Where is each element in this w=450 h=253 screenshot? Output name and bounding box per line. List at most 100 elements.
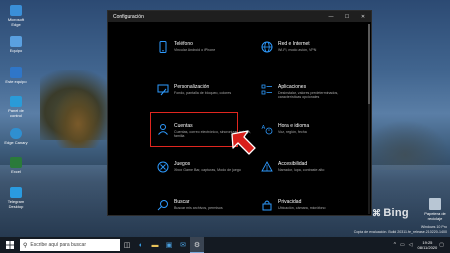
folder-icon: ▬ <box>151 241 159 249</box>
tile-title: Accesibilidad <box>278 161 308 167</box>
windows-logo-icon <box>6 241 14 249</box>
taskbar-search[interactable]: ⚲ Escribe aquí para buscar <box>20 239 120 251</box>
search-icon <box>156 198 169 211</box>
tile-title: Juegos <box>174 161 191 167</box>
taskbar-store[interactable]: ▣ <box>162 237 176 253</box>
chevron-up-icon[interactable]: ^ <box>394 242 396 248</box>
windows-watermark: Windows 10 Pro Copia de evaluación. Buil… <box>354 225 447 234</box>
taskbar-edge[interactable]: ◐ <box>134 237 148 253</box>
desktop-icon-label: Equipo <box>9 48 23 53</box>
tile-juegos[interactable]: Juegos Xbox Game Bar, capturas, Modo de … <box>152 156 252 190</box>
tile-red-internet[interactable]: Red e Internet Wi-Fi, modo avión, VPN <box>256 36 356 70</box>
settings-grid: Teléfono Vincular Android o iPhone Red e… <box>108 22 371 216</box>
task-view-button[interactable]: ◫ <box>120 237 134 253</box>
svg-text:A: A <box>261 125 265 131</box>
desktop-icon-control-panel[interactable]: Panel de control <box>3 96 29 118</box>
desktop-icon-label: Excel <box>11 169 21 174</box>
tile-accesibilidad[interactable]: Accesibilidad Narrador, lupa, contraste … <box>256 156 356 190</box>
desktop-icon-recycle-bin[interactable]: Papelera de reciclaje <box>420 198 450 221</box>
store-icon: ▣ <box>165 242 173 249</box>
gear-icon: ⚙ <box>193 241 201 249</box>
desktop-icon-edge-canary[interactable]: Edge Canary <box>3 128 29 145</box>
tile-desc: Wi-Fi, modo avión, VPN <box>278 47 317 52</box>
tile-aplicaciones[interactable]: Aplicaciones Desinstalar, valores predet… <box>256 79 356 113</box>
tile-telefono[interactable]: Teléfono Vincular Android o iPhone <box>152 36 252 70</box>
edge-canary-icon <box>10 128 22 139</box>
tile-title: Aplicaciones <box>278 84 307 90</box>
globe-icon <box>260 40 273 53</box>
scrollbar-thumb[interactable] <box>368 24 370 104</box>
window-title: Configuración <box>113 13 144 20</box>
tile-privacidad[interactable]: Privacidad Ubicación, cámara, micrófono <box>256 194 356 228</box>
taskbar-explorer[interactable]: ▬ <box>148 237 162 253</box>
desktop-icon-equipo[interactable]: Equipo <box>3 36 29 53</box>
desktop-icon-label: Este equipo <box>5 79 27 84</box>
maximize-button[interactable]: ☐ <box>339 14 355 20</box>
tile-title: Privacidad <box>278 199 302 205</box>
notifications-icon[interactable]: ▢ <box>439 242 444 248</box>
tile-hora-idioma[interactable]: A Hora e idioma Voz, región, fecha <box>256 118 356 152</box>
highlight-box <box>150 112 238 147</box>
red-arrow-icon <box>231 130 256 155</box>
desktop-icon-telegram[interactable]: Telegram Desktop <box>3 187 29 209</box>
clock[interactable]: 19:25 08/11/2020 <box>418 240 438 250</box>
tile-buscar[interactable]: Buscar Buscar mis archivos, permisos <box>152 194 252 228</box>
lock-icon <box>260 198 273 211</box>
phone-icon <box>156 40 169 53</box>
computer-icon <box>10 36 22 47</box>
watermark-build: Copia de evaluación. Build 20311.fe_rele… <box>353 229 447 234</box>
excel-icon <box>10 157 22 168</box>
tile-desc: Desinstalar, valores predeterminados, ca… <box>278 90 339 99</box>
bing-mark-icon: ⌘ <box>372 208 382 218</box>
tile-title: Teléfono <box>174 41 193 47</box>
desktop-icon-edge[interactable]: Microsoft Edge <box>3 5 29 27</box>
desktop-icon-este-equipo[interactable]: Este equipo <box>3 67 29 84</box>
tile-title: Personalización <box>174 84 210 90</box>
desktop-icon-label: Telegram Desktop <box>7 199 25 209</box>
tile-desc: Ubicación, cámara, micrófono <box>278 205 326 210</box>
accessibility-icon <box>260 160 273 173</box>
tile-personalizacion[interactable]: Personalización Fondo, pantalla de bloqu… <box>152 79 252 113</box>
start-button[interactable] <box>0 237 20 253</box>
settings-window: Configuración — ☐ ✕ Teléfono Vincular An… <box>107 10 372 216</box>
network-icon[interactable]: ▭ <box>400 242 405 248</box>
taskbar-settings[interactable]: ⚙ <box>190 237 204 253</box>
distant-hills <box>360 120 450 170</box>
tile-desc: Narrador, lupa, contraste alto <box>278 167 325 172</box>
tile-title: Hora e idioma <box>278 123 310 129</box>
search-placeholder: Escribe aquí para buscar <box>30 242 86 248</box>
title-bar[interactable]: Configuración — ☐ ✕ <box>108 11 371 22</box>
tile-title: Red e Internet <box>278 41 310 47</box>
tile-title: Buscar <box>174 199 190 205</box>
bing-text: Bing <box>383 207 409 219</box>
task-view-icon: ◫ <box>123 242 131 249</box>
brush-icon <box>156 83 169 96</box>
taskbar-mail[interactable]: ✉ <box>176 237 190 253</box>
desktop-icon-excel[interactable]: Excel <box>3 157 29 174</box>
time-language-icon: A <box>260 122 273 135</box>
telegram-icon <box>10 187 22 198</box>
desktop-icon-label: Edge Canary <box>4 140 28 145</box>
search-icon: ⚲ <box>23 242 28 249</box>
desktop-icon-label: Papelera de reciclaje <box>424 211 446 221</box>
tile-desc: Fondo, pantalla de bloqueo, colores <box>174 90 232 95</box>
clock-date: 08/11/2020 <box>417 245 438 250</box>
taskbar: ⚲ Escribe aquí para buscar ◫ ◐ ▬ ▣ ✉ ⚙ ^… <box>0 237 450 253</box>
tile-desc: Vincular Android o iPhone <box>174 47 216 52</box>
scrollbar[interactable] <box>368 24 370 214</box>
pc-icon <box>10 67 22 78</box>
tile-desc: Voz, región, fecha <box>278 129 307 134</box>
xbox-icon <box>156 160 169 173</box>
volume-icon[interactable]: ◁ <box>409 242 413 248</box>
system-tray: ^ ▭ ◁ 19:25 08/11/2020 ▢ <box>392 240 450 250</box>
edge-icon <box>10 5 22 16</box>
edge-icon: ◐ <box>138 241 144 249</box>
close-button[interactable]: ✕ <box>355 14 371 20</box>
desktop-icon-label: Panel de control <box>8 108 24 118</box>
recycle-bin-icon <box>429 198 441 210</box>
minimize-button[interactable]: — <box>323 14 339 20</box>
desktop-icon-label: Microsoft Edge <box>7 17 25 27</box>
bing-logo: ⌘ Bing <box>372 207 409 219</box>
mail-icon: ✉ <box>180 242 186 249</box>
autumn-trees <box>52 88 104 148</box>
